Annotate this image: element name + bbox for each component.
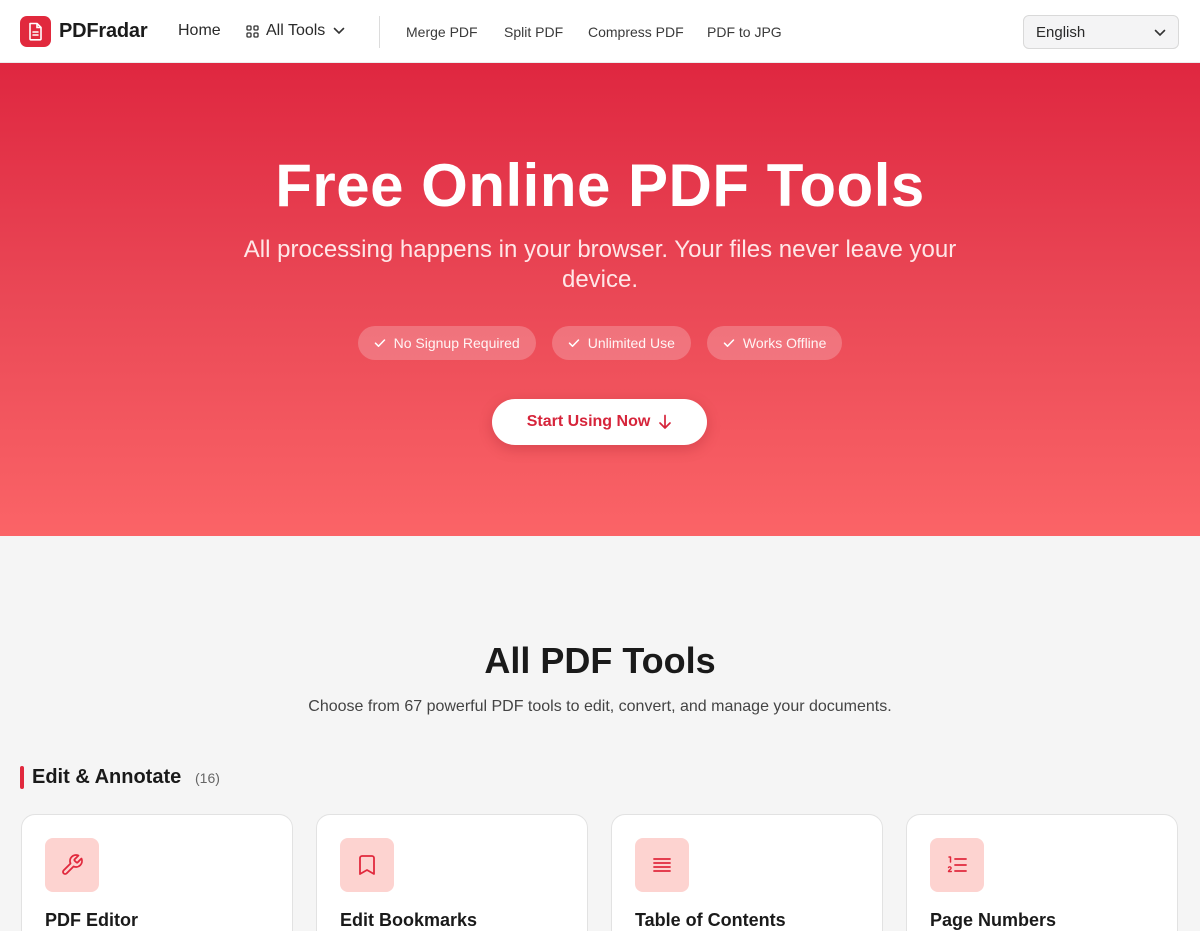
badge-label: No Signup Required <box>393 335 520 351</box>
tool-card-title: Edit Bookmarks <box>340 910 478 930</box>
wrench-icon <box>45 838 99 892</box>
feature-badges: No Signup Required Unlimited Use Works O… <box>0 326 1200 360</box>
section-description: Choose from 67 powerful PDF tools to edi… <box>308 698 892 715</box>
tool-card-title: Page Numbers <box>930 910 1057 930</box>
check-icon <box>374 338 386 348</box>
brand-logo[interactable]: PDFradar <box>20 16 148 47</box>
bookmark-icon <box>340 838 394 892</box>
tool-card-table-of-contents[interactable]: Table of Contents <box>611 814 883 931</box>
nav-home-link[interactable]: Home <box>178 22 221 40</box>
start-using-now-button[interactable]: Start Using Now <box>492 399 707 445</box>
tool-card-title: PDF Editor <box>45 910 138 930</box>
tool-card-page-numbers[interactable]: Page Numbers <box>906 814 1178 931</box>
language-select-value: English <box>1036 23 1086 41</box>
badge-label: Unlimited Use <box>587 335 675 351</box>
category-accent-bar <box>20 766 24 789</box>
section-title: All PDF Tools <box>484 640 716 681</box>
tool-card-title: Table of Contents <box>635 910 786 930</box>
badge-works-offline: Works Offline <box>706 326 843 360</box>
arrow-down-icon <box>658 414 672 430</box>
grid-icon <box>246 24 259 38</box>
tool-card-edit-bookmarks[interactable]: Edit Bookmarks <box>316 814 588 931</box>
hero-subtitle: All processing happens in your browser. … <box>243 236 957 293</box>
nav-all-tools-dropdown[interactable]: All Tools <box>246 22 345 40</box>
nav-link-compress-pdf[interactable]: Compress PDF <box>588 24 684 40</box>
badge-no-signup: No Signup Required <box>357 326 536 360</box>
chevron-down-icon <box>333 27 345 35</box>
check-icon <box>723 338 735 348</box>
nav-link-merge-pdf[interactable]: Merge PDF <box>406 24 478 40</box>
hero-title: Free Online PDF Tools <box>275 152 925 219</box>
numbered-list-icon <box>930 838 984 892</box>
language-select[interactable]: English <box>1023 15 1179 49</box>
nav-all-tools-label: All Tools <box>266 22 326 39</box>
badge-label: Works Offline <box>742 335 827 351</box>
chevron-down-icon <box>1154 24 1166 41</box>
nav-divider <box>379 16 380 48</box>
tool-card-pdf-editor[interactable]: PDF Editor <box>21 814 293 931</box>
category-count: (16) <box>195 770 220 786</box>
category-title: Edit & Annotate <box>32 766 182 788</box>
brand-name: PDFradar <box>59 20 148 42</box>
site-header: PDFradar Home All Tools Merge PDF Split … <box>0 0 1200 63</box>
check-icon <box>568 338 580 348</box>
nav-link-split-pdf[interactable]: Split PDF <box>504 24 563 40</box>
document-icon <box>20 16 51 47</box>
hero-section: Free Online PDF Tools All processing hap… <box>0 63 1200 536</box>
badge-unlimited-use: Unlimited Use <box>551 326 691 360</box>
list-lines-icon <box>635 838 689 892</box>
cta-label: Start Using Now <box>526 413 651 430</box>
nav-link-pdf-to-jpg[interactable]: PDF to JPG <box>707 24 782 40</box>
